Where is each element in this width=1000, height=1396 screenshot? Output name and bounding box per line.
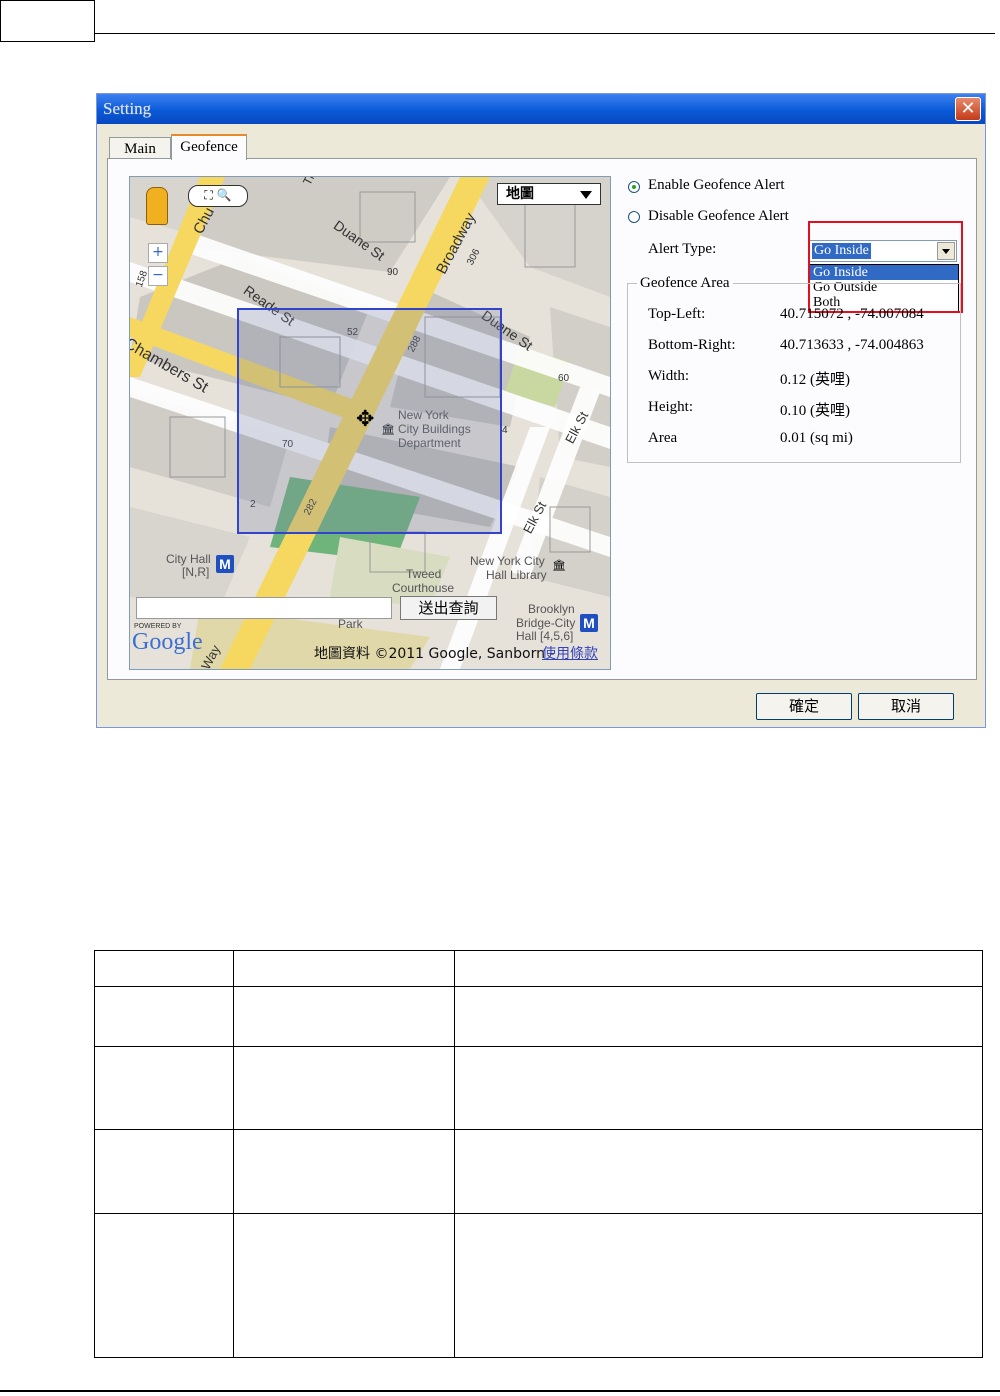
- google-logo: Google: [132, 629, 203, 655]
- table-row: [94, 1129, 984, 1214]
- width-value: 0.12 (英哩): [780, 372, 850, 388]
- cancel-button[interactable]: 取消: [858, 693, 954, 720]
- table-cell: [94, 1213, 234, 1358]
- tab-geofence[interactable]: Geofence: [171, 134, 247, 160]
- width-label: Width:: [648, 368, 690, 384]
- landmark-icon: 🏛: [552, 559, 566, 572]
- metro-icon: M: [216, 555, 234, 573]
- table-cell: [232, 1129, 455, 1214]
- height-value: 0.10 (英哩): [780, 403, 850, 419]
- ok-button[interactable]: 確定: [756, 693, 852, 720]
- map-search-input[interactable]: [136, 597, 392, 619]
- table-cell: [94, 1046, 234, 1130]
- table-cell: [94, 1129, 234, 1214]
- terms-link[interactable]: 使用條款: [542, 643, 598, 663]
- metro-icon: M: [580, 614, 598, 632]
- area-value: 0.01 (sq mi): [780, 430, 853, 446]
- header-rule: [95, 33, 995, 34]
- map-type-select[interactable]: 地圖: [497, 183, 601, 205]
- table-cell: [453, 1213, 984, 1358]
- address-number: 4: [502, 425, 508, 436]
- place-label: Brooklyn: [528, 602, 575, 616]
- table-cell: [232, 1046, 455, 1130]
- table-cell: [453, 986, 984, 1047]
- table-cell: [453, 950, 984, 987]
- move-icon[interactable]: ✥: [356, 409, 374, 431]
- map-attribution: 地圖資料 ©2011 Google, Sanborn -: [314, 646, 555, 662]
- table-row: [94, 950, 984, 987]
- table-cell: [94, 950, 234, 987]
- setting-dialog: Setting ✕ Main Geofence ⛶ 🔍 + − 地圖 Chamb…: [96, 93, 986, 728]
- place-label: Courthouse: [392, 581, 455, 595]
- bottom-right-value: 40.713633 , -74.004863: [780, 337, 924, 353]
- table-row: [94, 1046, 984, 1130]
- place-label: Hall Library: [486, 568, 547, 582]
- top-left-label: Top-Left:: [648, 306, 706, 322]
- table-row: [94, 1213, 984, 1358]
- place-label: New York City: [470, 554, 545, 568]
- zoom-fit-icon[interactable]: ⛶ 🔍: [188, 185, 248, 207]
- title-bar[interactable]: Setting ✕: [97, 94, 985, 124]
- top-left-value: 40.715072 , -74.007084: [780, 306, 924, 322]
- address-number: 60: [558, 373, 570, 384]
- zoom-in-button[interactable]: +: [148, 243, 168, 263]
- map-type-label: 地圖: [506, 186, 534, 202]
- place-label: Park: [338, 617, 363, 631]
- disable-label[interactable]: Disable Geofence Alert: [648, 208, 789, 225]
- table-cell: [453, 1129, 984, 1214]
- search-submit-button[interactable]: 送出查詢: [400, 596, 497, 620]
- disable-radio[interactable]: [628, 211, 640, 223]
- alert-type-label: Alert Type:: [648, 241, 717, 257]
- tab-main[interactable]: Main: [109, 137, 171, 159]
- table-cell: [453, 1046, 984, 1130]
- enable-label[interactable]: Enable Geofence Alert: [648, 177, 785, 194]
- address-number: 90: [387, 267, 399, 278]
- zoom-out-button[interactable]: −: [148, 266, 168, 286]
- table-cell: [232, 986, 455, 1047]
- table-cell: [94, 986, 234, 1047]
- geofence-area-title: Geofence Area: [637, 275, 733, 292]
- place-label: Tweed: [406, 567, 442, 581]
- dialog-title: Setting: [103, 99, 152, 118]
- page-header-box: [0, 0, 95, 42]
- enable-radio[interactable]: [628, 181, 640, 193]
- map-view[interactable]: ⛶ 🔍 + − 地圖 Chambers St Duane St Broadway…: [129, 176, 611, 670]
- place-label: [N,R]: [182, 565, 210, 579]
- chevron-down-icon: [580, 191, 592, 199]
- footer-rule: [0, 1390, 1000, 1392]
- height-label: Height:: [648, 399, 693, 415]
- table-row: [94, 986, 984, 1047]
- place-label: Bridge-City: [516, 616, 576, 630]
- table-cell: [232, 1213, 455, 1358]
- close-button[interactable]: ✕: [955, 97, 981, 121]
- bottom-right-label: Bottom-Right:: [648, 337, 736, 353]
- area-label: Area: [648, 430, 678, 446]
- pegman-icon[interactable]: [146, 187, 168, 225]
- place-label: Hall [4,5,6]: [516, 629, 574, 643]
- table-cell: [232, 950, 455, 987]
- document-table: [94, 950, 984, 1358]
- place-label: City Hall: [166, 552, 211, 566]
